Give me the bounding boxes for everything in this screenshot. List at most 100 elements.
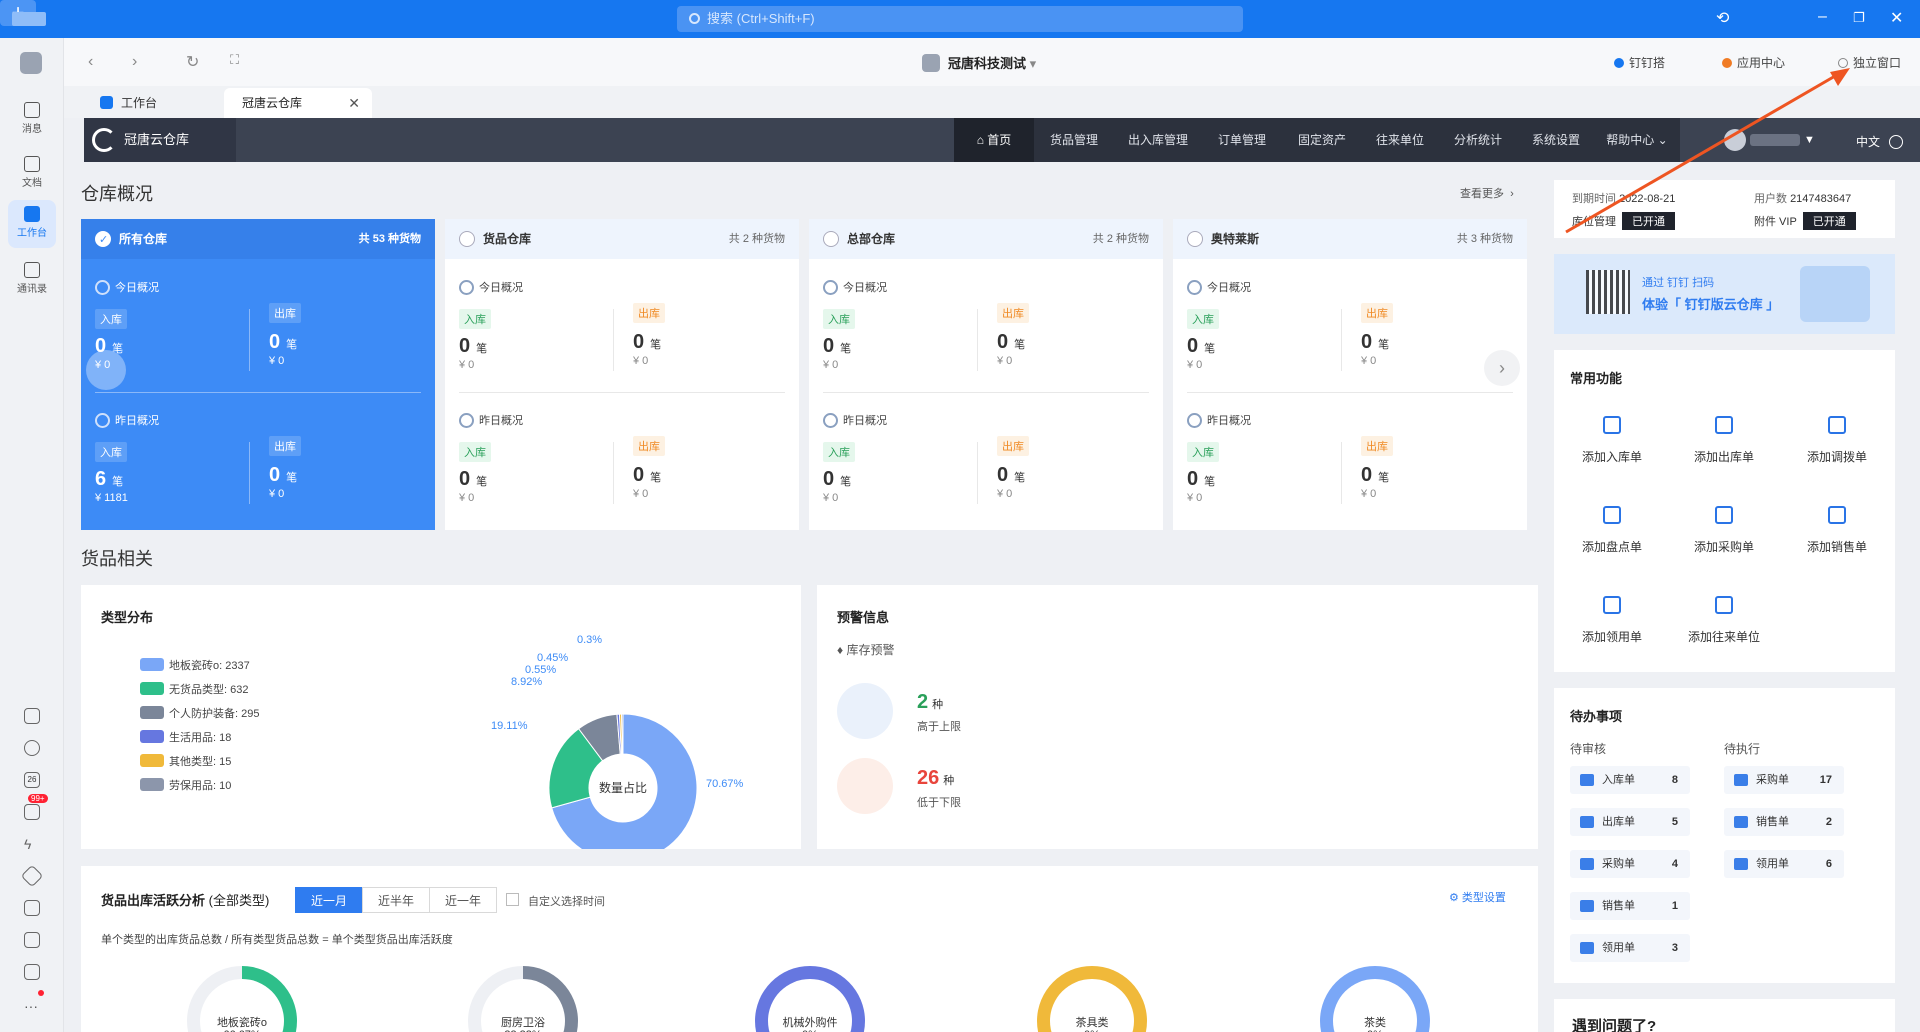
menu-home[interactable]: ⌂ 首页 xyxy=(954,118,1034,162)
warehouse-card-header[interactable]: 货品仓库 共 2 种货物 xyxy=(445,219,799,259)
activity-title: 货品出库活跃分析 (全部类型) xyxy=(101,890,269,909)
range-month-button[interactable]: 近一月 xyxy=(295,887,363,913)
common-function-item[interactable]: 添加出库单 xyxy=(1674,416,1774,465)
common-function-item[interactable]: 添加往来单位 xyxy=(1674,596,1774,645)
mail-icon[interactable] xyxy=(24,900,40,916)
restore-icon[interactable]: ❐ xyxy=(1853,10,1865,26)
low-limit-count[interactable]: 26 种 xyxy=(917,767,954,790)
todo-review-item[interactable]: 采购单 4 xyxy=(1570,850,1690,878)
todo-count: 5 xyxy=(1671,816,1678,828)
unit-label: 笔 xyxy=(286,472,298,484)
legend-item[interactable]: 其他类型: 15 xyxy=(140,753,231,769)
todo-review-item[interactable]: 领用单 3 xyxy=(1570,934,1690,962)
fullscreen-icon[interactable]: ⛶ xyxy=(230,52,239,68)
rail-item-workbench[interactable]: 工作台 xyxy=(8,200,56,248)
close-tab-icon[interactable]: ✕ xyxy=(348,88,360,118)
warehouse-card[interactable]: 货品仓库 共 2 种货物 今日概况 入库 0笔 ¥ 0 出库 0笔 ¥ 0 昨日… xyxy=(445,219,799,530)
notes-icon[interactable] xyxy=(24,932,40,948)
rail-item-docs[interactable]: 文档 xyxy=(8,150,56,198)
todo-review-item[interactable]: 入库单 8 xyxy=(1570,766,1690,794)
todo-exec-item[interactable]: 采购单 17 xyxy=(1724,766,1844,794)
legend-item[interactable]: 地板瓷砖o: 2337 xyxy=(140,657,250,673)
language-switch[interactable]: 中文 xyxy=(1856,133,1904,150)
legend-item[interactable]: 生活用品: 18 xyxy=(140,729,231,745)
warehouse-card[interactable]: 奥特莱斯 共 3 种货物 今日概况 入库 0笔 ¥ 0 出库 0笔 ¥ 0 昨日… xyxy=(1173,219,1527,530)
app-brand[interactable]: 冠唐云仓库 xyxy=(84,118,236,162)
common-function-item[interactable]: 添加领用单 xyxy=(1562,596,1662,645)
tab-label: 冠唐云仓库 xyxy=(242,96,303,110)
prev-arrow-icon[interactable] xyxy=(86,350,126,390)
inbound-count-value: 6 xyxy=(95,468,107,490)
type-settings-link[interactable]: ⚙ 类型设置 xyxy=(1449,889,1506,905)
doc-icon xyxy=(1580,858,1594,870)
refresh-icon[interactable]: ↻ xyxy=(186,52,199,72)
history-icon[interactable]: ⟲ xyxy=(1716,8,1729,28)
common-function-item[interactable]: 添加入库单 xyxy=(1562,416,1662,465)
avatar[interactable] xyxy=(20,52,42,74)
todo-exec-item[interactable]: 领用单 6 xyxy=(1724,850,1844,878)
legend-item[interactable]: 个人防护装备: 295 xyxy=(140,705,259,721)
todo-icon[interactable] xyxy=(24,804,40,820)
legend-swatch xyxy=(140,730,164,743)
org-switcher[interactable]: 冠唐科技测试 ▾ xyxy=(922,53,1036,72)
search-input[interactable]: 搜索 (Ctrl+Shift+F) xyxy=(677,6,1243,32)
minimize-icon[interactable]: – xyxy=(1818,8,1827,26)
range-year-button[interactable]: 近一年 xyxy=(429,887,497,913)
folder-icon[interactable] xyxy=(24,964,40,980)
more-icon[interactable]: ··· xyxy=(24,998,38,1014)
close-icon[interactable]: ✕ xyxy=(1890,8,1903,28)
common-function-label: 添加出库单 xyxy=(1693,450,1754,464)
rail-label: 工作台 xyxy=(17,228,47,239)
search-placeholder: 搜索 (Ctrl+Shift+F) xyxy=(707,11,815,26)
todo-exec-item[interactable]: 销售单 2 xyxy=(1724,808,1844,836)
menu-orders[interactable]: 订单管理 xyxy=(1202,118,1282,162)
box-icon[interactable] xyxy=(20,864,44,888)
outbound-count: 0笔 xyxy=(269,464,297,487)
menu-stats[interactable]: 分析统计 xyxy=(1438,118,1518,162)
common-function-item[interactable]: 添加销售单 xyxy=(1787,506,1887,555)
tab-workbench[interactable]: 工作台 xyxy=(82,88,175,118)
common-function-item[interactable]: 添加采购单 xyxy=(1674,506,1774,555)
warehouse-card-header[interactable]: 所有仓库 共 53 种货物 xyxy=(81,219,435,260)
promo-banner[interactable]: 通过 钉钉 扫码 体验「 钉钉版云仓库 」 xyxy=(1554,254,1895,334)
rail-item-messages[interactable]: 消息 xyxy=(8,96,56,144)
next-arrow-icon[interactable]: › xyxy=(1484,350,1520,386)
todo-review-item[interactable]: 销售单 1 xyxy=(1570,892,1690,920)
legend-label: 地板瓷砖o: 2337 xyxy=(169,660,250,672)
warehouse-card[interactable]: 总部仓库 共 2 种货物 今日概况 入库 0笔 ¥ 0 出库 0笔 ¥ 0 昨日… xyxy=(809,219,1163,530)
cloud-icon[interactable] xyxy=(24,740,40,756)
warehouse-card-header[interactable]: 奥特莱斯 共 3 种货物 xyxy=(1173,219,1527,259)
warehouse-card[interactable]: 所有仓库 共 53 种货物 今日概况 入库 0笔 ¥ 0 出库 0笔 ¥ 0 昨… xyxy=(81,219,435,530)
custom-time-checkbox[interactable] xyxy=(506,893,519,906)
menu-inout[interactable]: 出入库管理 xyxy=(1114,118,1202,162)
donut-percent-label: 0.3% xyxy=(577,634,602,646)
select-radio[interactable] xyxy=(1187,231,1203,247)
select-radio[interactable] xyxy=(459,231,475,247)
legend-item[interactable]: 劳保用品: 10 xyxy=(140,777,231,793)
tab-cloud-warehouse[interactable]: 冠唐云仓库 ✕ xyxy=(224,88,372,118)
view-more-link[interactable]: 查看更多 › xyxy=(1460,185,1514,201)
rail-label: 文档 xyxy=(22,178,42,189)
warehouse-card-header[interactable]: 总部仓库 共 2 种货物 xyxy=(809,219,1163,259)
legend-label: 其他类型: 15 xyxy=(169,756,232,768)
menu-goods[interactable]: 货品管理 xyxy=(1034,118,1114,162)
range-halfyear-button[interactable]: 近半年 xyxy=(362,887,430,913)
phone-icon[interactable] xyxy=(24,708,40,724)
forward-icon[interactable]: › xyxy=(132,53,137,71)
legend-swatch xyxy=(140,778,164,791)
high-limit-count[interactable]: 2种 xyxy=(917,691,943,714)
legend-label: 生活用品: 18 xyxy=(169,732,232,744)
select-radio[interactable] xyxy=(823,231,839,247)
common-function-item[interactable]: 添加调拨单 xyxy=(1787,416,1887,465)
select-radio[interactable] xyxy=(95,220,111,260)
rail-item-contacts[interactable]: 通讯录 xyxy=(8,256,56,304)
donut-slice[interactable] xyxy=(621,713,624,755)
legend-item[interactable]: 无货品类型: 632 xyxy=(140,681,248,697)
common-function-item[interactable]: 添加盘点单 xyxy=(1562,506,1662,555)
calendar-icon[interactable]: 26 xyxy=(24,772,40,788)
todo-review-item[interactable]: 出库单 5 xyxy=(1570,808,1690,836)
back-icon[interactable]: ‹ xyxy=(88,53,93,71)
menu-partners[interactable]: 往来单位 xyxy=(1362,118,1438,162)
lightning-icon[interactable]: ϟ xyxy=(24,836,40,852)
menu-assets[interactable]: 固定资产 xyxy=(1282,118,1362,162)
